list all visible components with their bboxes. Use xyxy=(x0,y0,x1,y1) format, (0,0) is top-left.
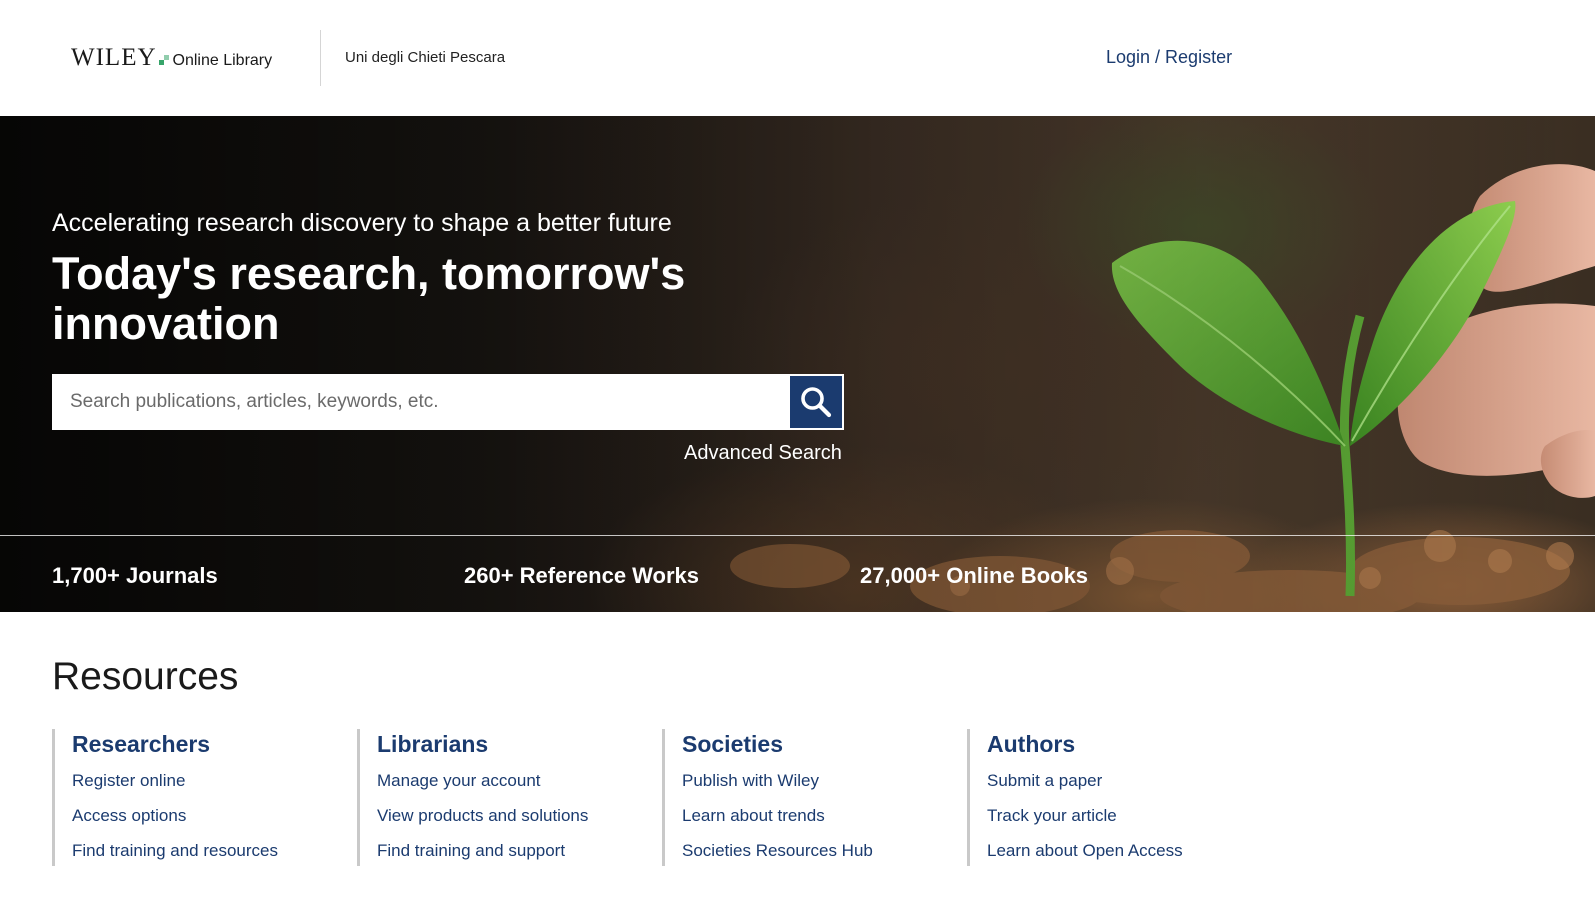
hero-banner: Accelerating research discovery to shape… xyxy=(0,116,1595,612)
resources-heading: Resources xyxy=(52,655,239,698)
logo-wordmark: WILEY xyxy=(71,44,157,71)
link-register-online[interactable]: Register online xyxy=(72,771,342,806)
hero-title: Today's research, tomorrow's innovation xyxy=(52,248,686,349)
societies-heading-link[interactable]: Societies xyxy=(682,731,952,758)
link-learn-about-trends[interactable]: Learn about trends xyxy=(682,806,952,841)
researchers-heading-link[interactable]: Researchers xyxy=(72,731,342,758)
stat-online-books[interactable]: 27,000+ Online Books xyxy=(860,563,1088,589)
advanced-search-link[interactable]: Advanced Search xyxy=(684,442,842,465)
search-icon xyxy=(801,387,832,418)
link-access-options[interactable]: Access options xyxy=(72,806,342,841)
librarians-heading-link[interactable]: Librarians xyxy=(377,731,647,758)
link-publish-with-wiley[interactable]: Publish with Wiley xyxy=(682,771,952,806)
resources-column-librarians: Librarians Manage your account View prod… xyxy=(357,729,647,866)
login-register-link[interactable]: Login / Register xyxy=(1106,47,1232,68)
seedling-hero-image xyxy=(0,116,1595,612)
institution-name: Uni degli Chieti Pescara xyxy=(345,49,506,66)
hero-divider xyxy=(0,535,1595,536)
link-find-training-resources[interactable]: Find training and resources xyxy=(72,841,342,876)
resources-column-researchers: Researchers Register online Access optio… xyxy=(52,729,342,866)
resources-column-authors: Authors Submit a paper Track your articl… xyxy=(967,729,1257,866)
link-learn-open-access[interactable]: Learn about Open Access xyxy=(987,841,1257,876)
wiley-online-library-logo[interactable]: WILEY Online Library xyxy=(71,44,272,72)
link-manage-account[interactable]: Manage your account xyxy=(377,771,647,806)
link-find-training-support[interactable]: Find training and support xyxy=(377,841,647,876)
search-bar xyxy=(52,374,844,430)
link-submit-paper[interactable]: Submit a paper xyxy=(987,771,1257,806)
site-header: WILEY Online Library Uni degli Chieti Pe… xyxy=(0,0,1595,116)
stat-reference-works[interactable]: 260+ Reference Works xyxy=(464,563,699,589)
link-view-products-solutions[interactable]: View products and solutions xyxy=(377,806,647,841)
resources-column-societies: Societies Publish with Wiley Learn about… xyxy=(662,729,952,866)
authors-heading-link[interactable]: Authors xyxy=(987,731,1257,758)
search-button[interactable] xyxy=(788,374,844,430)
link-track-article[interactable]: Track your article xyxy=(987,806,1257,841)
hero-tagline: Accelerating research discovery to shape… xyxy=(52,209,672,237)
header-divider xyxy=(320,30,321,86)
link-societies-resources-hub[interactable]: Societies Resources Hub xyxy=(682,841,952,876)
stat-journals[interactable]: 1,700+ Journals xyxy=(52,563,218,589)
logo-suffix: Online Library xyxy=(172,52,273,69)
wiley-dot-icon xyxy=(158,55,169,65)
search-input[interactable] xyxy=(52,374,788,430)
